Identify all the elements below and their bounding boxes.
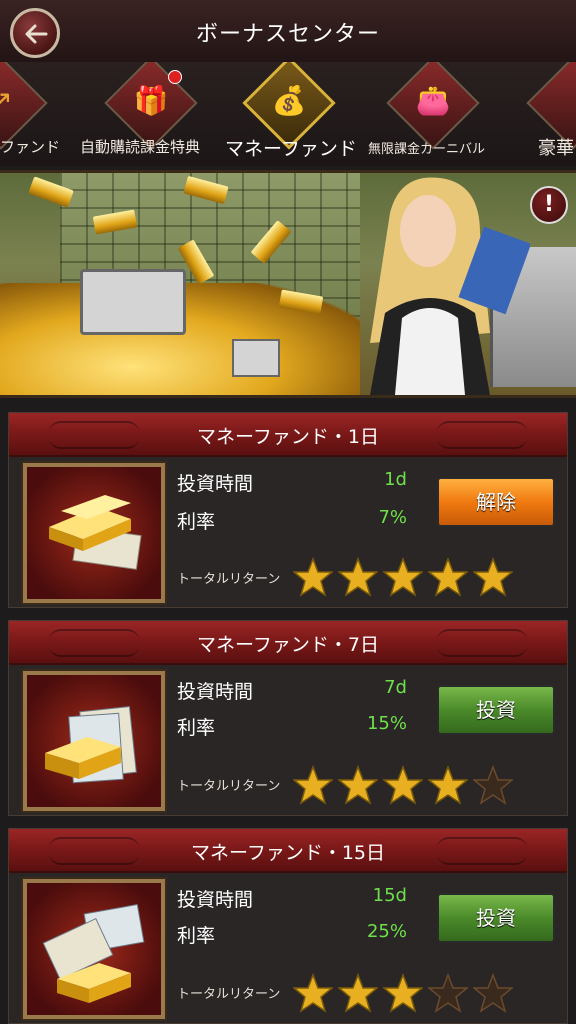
star-filled-icon bbox=[293, 765, 333, 805]
investment-time-value: 1d bbox=[384, 469, 407, 490]
investment-time-label: 投資時間 bbox=[177, 889, 254, 911]
investment-time-label: 投資時間 bbox=[177, 473, 254, 495]
invest-button[interactable]: 投資 bbox=[437, 685, 555, 735]
interest-rate-value: 15% bbox=[366, 713, 407, 734]
investment-time-value: 7d bbox=[384, 677, 407, 698]
tab-label: マネーファンド bbox=[225, 138, 357, 160]
return-rating bbox=[293, 973, 523, 1013]
card-title: マネーファンド・15日 bbox=[190, 842, 386, 864]
interest-rate-label: 利率 bbox=[177, 925, 216, 947]
info-icon: ! bbox=[543, 192, 555, 217]
interest-rate-value: 25% bbox=[366, 921, 407, 942]
fund-card-15day: マネーファンド・15日 投資時間 15d 利率 25% 投資 トータルリターン bbox=[8, 828, 568, 1024]
interest-rate-value: 7% bbox=[378, 507, 407, 528]
star-filled-icon bbox=[338, 973, 378, 1013]
tab-label: 無限課金カーニバル bbox=[368, 142, 486, 157]
return-rating bbox=[293, 765, 523, 805]
gold-bars-icon bbox=[21, 461, 167, 605]
info-button[interactable]: ! bbox=[530, 186, 568, 224]
tab-money-fund[interactable]: 💰 マネーファンド bbox=[222, 62, 362, 166]
interest-rate-label: 利率 bbox=[177, 717, 216, 739]
release-button[interactable]: 解除 bbox=[437, 477, 555, 527]
hostess-image bbox=[370, 177, 530, 395]
star-filled-icon bbox=[338, 765, 378, 805]
page-title: ボーナスセンター bbox=[195, 22, 380, 47]
investment-time-value: 15d bbox=[372, 885, 407, 906]
tab-label: ファンド bbox=[0, 138, 61, 156]
card-title: マネーファンド・1日 bbox=[197, 426, 379, 448]
fund-card-7day: マネーファンド・7日 投資時間 7d 利率 15% 投資 トータルリターン bbox=[8, 620, 568, 816]
total-return-label: トータルリターン bbox=[177, 572, 281, 587]
tab-label: 自動購読課金特典 bbox=[80, 138, 201, 156]
fund-card-1day: マネーファンド・1日 投資時間 1d 利率 7% 解除 トータルリターン bbox=[8, 412, 568, 608]
star-empty-icon bbox=[428, 973, 468, 1013]
briefcase-image bbox=[80, 269, 186, 335]
star-filled-icon bbox=[428, 765, 468, 805]
tab-label: 豪華 bbox=[538, 138, 574, 159]
card-title: マネーファンド・7日 bbox=[197, 634, 379, 656]
notification-badge bbox=[168, 70, 182, 84]
card-header: マネーファンド・15日 bbox=[9, 829, 567, 873]
investment-time-label: 投資時間 bbox=[177, 681, 254, 703]
star-filled-icon bbox=[383, 557, 423, 597]
total-return-label: トータルリターン bbox=[177, 987, 281, 1002]
star-filled-icon bbox=[383, 973, 423, 1013]
tab-luxury[interactable]: 豪華 bbox=[526, 62, 576, 166]
tab-fund[interactable]: ↗ ファンド bbox=[0, 62, 80, 166]
star-empty-icon bbox=[473, 973, 513, 1013]
star-filled-icon bbox=[293, 973, 333, 1013]
tab-unlimited-carnival[interactable]: 👛 無限課金カーニバル bbox=[368, 62, 508, 166]
star-filled-icon bbox=[293, 557, 333, 597]
interest-rate-label: 利率 bbox=[177, 511, 216, 533]
invest-button[interactable]: 投資 bbox=[437, 893, 555, 943]
hero-banner bbox=[0, 170, 576, 398]
return-rating bbox=[293, 557, 523, 597]
card-header: マネーファンド・7日 bbox=[9, 621, 567, 665]
star-empty-icon bbox=[473, 765, 513, 805]
star-filled-icon bbox=[428, 557, 468, 597]
header: ボーナスセンター bbox=[0, 0, 576, 63]
card-header: マネーファンド・1日 bbox=[9, 413, 567, 457]
gold-and-cash-icon bbox=[21, 669, 167, 813]
star-filled-icon bbox=[338, 557, 378, 597]
star-filled-icon bbox=[383, 765, 423, 805]
total-return-label: トータルリターン bbox=[177, 779, 281, 794]
star-filled-icon bbox=[473, 557, 513, 597]
cash-stack-icon bbox=[21, 877, 167, 1021]
tab-auto-subscription[interactable]: 🎁 自動購読課金特典 bbox=[80, 62, 220, 166]
tab-bar: ↗ ファンド 🎁 自動購読課金特典 💰 マネーファンド 👛 無限課金カーニバル … bbox=[0, 62, 576, 166]
